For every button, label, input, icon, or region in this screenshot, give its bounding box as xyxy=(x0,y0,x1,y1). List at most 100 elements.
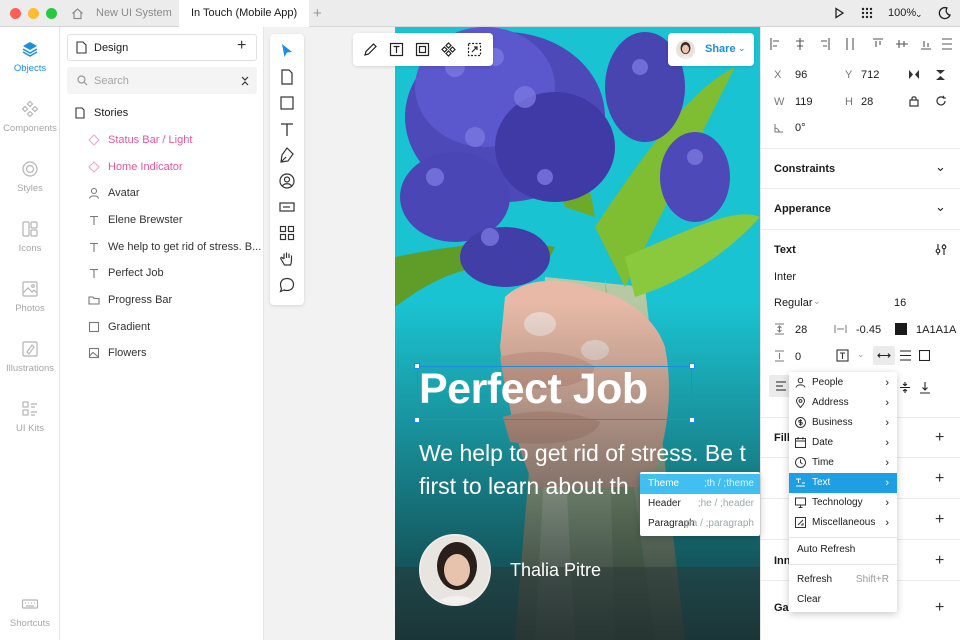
layer-group-stories[interactable]: Stories xyxy=(74,104,128,122)
menu-item-date[interactable]: Date › xyxy=(789,433,897,453)
comment-tool-icon[interactable] xyxy=(278,276,296,294)
text-align-icon[interactable] xyxy=(899,350,912,361)
zoom-window-button[interactable] xyxy=(46,8,57,19)
add-page-button[interactable]: + xyxy=(237,37,246,55)
resize-chevron-icon[interactable]: ⌄ xyxy=(857,349,865,360)
collapse-icon[interactable] xyxy=(240,75,250,87)
layer-elene-brewster[interactable]: Elene Brewster xyxy=(88,211,183,229)
menu-item-clear[interactable]: Clear xyxy=(789,590,897,610)
y-field[interactable]: 712 xyxy=(861,69,879,81)
menu-item-address[interactable]: Address › xyxy=(789,393,897,413)
menu-item-technology[interactable]: Technology › xyxy=(789,493,897,513)
dark-mode-icon[interactable] xyxy=(938,6,952,20)
menu-item-time[interactable]: Time › xyxy=(789,453,897,473)
tab-new-ui-system[interactable]: New UI System xyxy=(96,0,172,27)
layer-flowers[interactable]: Flowers xyxy=(88,344,147,362)
x-field[interactable]: 96 xyxy=(795,69,807,81)
text-tool-icon[interactable] xyxy=(278,120,296,138)
user-avatar[interactable] xyxy=(676,40,695,59)
rail-item-shortcuts[interactable]: Shortcuts xyxy=(0,595,60,629)
rail-item-illustrations[interactable]: Illustrations xyxy=(0,340,60,374)
add-shadow-button[interactable]: + xyxy=(935,512,944,528)
rail-item-styles[interactable]: Styles xyxy=(0,160,60,194)
resize-handle[interactable] xyxy=(689,363,695,369)
submenu-item-header[interactable]: Header ;he / ;header xyxy=(640,494,760,514)
rail-item-icons[interactable]: Icons xyxy=(0,220,60,254)
component-icon[interactable] xyxy=(441,42,456,57)
letter-spacing-field[interactable]: -0.45 xyxy=(856,324,881,336)
close-window-button[interactable] xyxy=(10,8,21,19)
text-color-hex[interactable]: 1A1A1A xyxy=(916,324,956,336)
headline-text[interactable]: Perfect Job xyxy=(419,365,648,414)
input-tool-icon[interactable] xyxy=(278,198,296,216)
rotation-field[interactable]: 0° xyxy=(795,122,806,134)
hand-tool-icon[interactable] xyxy=(278,250,296,268)
menu-item-text[interactable]: Text › xyxy=(789,473,897,493)
vertical-align-bottom-icon[interactable] xyxy=(919,381,931,394)
fill-section[interactable]: Fill xyxy=(774,432,790,444)
w-field[interactable]: 119 xyxy=(795,96,813,108)
minimize-window-button[interactable] xyxy=(28,8,39,19)
appearance-section[interactable]: Apperance xyxy=(774,203,831,215)
grid-menu-icon[interactable] xyxy=(861,7,873,19)
layer-perfect-job[interactable]: Perfect Job xyxy=(88,264,164,282)
fixed-size-icon[interactable] xyxy=(919,350,930,361)
layer-gradient[interactable]: Gradient xyxy=(88,318,150,336)
author-avatar[interactable] xyxy=(419,534,491,606)
select-arrow-icon[interactable] xyxy=(278,42,296,60)
constraints-section[interactable]: Constraints xyxy=(774,163,835,175)
grid-tool-icon[interactable] xyxy=(278,224,296,242)
text-box-icon[interactable] xyxy=(389,42,404,57)
add-blur-button[interactable]: + xyxy=(935,600,944,616)
reset-icon[interactable] xyxy=(935,95,947,107)
avatar-tool-icon[interactable] xyxy=(278,172,296,190)
chevron-down-icon[interactable]: ⌄ xyxy=(935,159,946,175)
rail-item-objects[interactable]: Objects xyxy=(0,40,60,74)
layer-avatar[interactable]: Avatar xyxy=(88,184,140,202)
submenu-item-theme[interactable]: Theme ;th / ;theme xyxy=(640,474,760,494)
author-name[interactable]: Thalia Pitre xyxy=(510,560,601,581)
layer-we-help[interactable]: We help to get rid of stress. B... xyxy=(88,238,261,256)
zoom-level[interactable]: 100% xyxy=(888,7,916,19)
image-frame-icon[interactable] xyxy=(415,42,430,57)
page-selector[interactable]: Design + xyxy=(67,34,257,61)
frame-tool-icon[interactable] xyxy=(278,68,296,86)
resize-handle[interactable] xyxy=(689,417,695,423)
search-box[interactable]: Search xyxy=(67,67,257,94)
rectangle-tool-icon[interactable] xyxy=(278,94,296,112)
vertical-align-middle-icon[interactable] xyxy=(899,381,911,394)
add-stroke-button[interactable]: + xyxy=(935,471,944,487)
flip-vertical-icon[interactable] xyxy=(935,69,946,81)
chevron-down-icon[interactable]: ⌄ xyxy=(935,199,946,215)
rail-item-ui-kits[interactable]: UI Kits xyxy=(0,400,60,434)
line-height-field[interactable]: 28 xyxy=(795,324,807,336)
text-color-swatch[interactable] xyxy=(895,323,907,335)
text-settings-icon[interactable] xyxy=(935,243,947,256)
rail-item-components[interactable]: Components xyxy=(0,100,60,134)
weight-chevron-icon[interactable]: ⌄ xyxy=(813,296,821,307)
new-tab-button[interactable]: + xyxy=(313,5,322,22)
auto-width-button[interactable] xyxy=(873,346,895,365)
font-family-field[interactable]: Inter xyxy=(774,271,796,283)
play-icon[interactable] xyxy=(833,7,845,19)
menu-item-business[interactable]: Business › xyxy=(789,413,897,433)
h-field[interactable]: 28 xyxy=(861,96,873,108)
text-resize-icon[interactable] xyxy=(836,349,849,362)
add-fill-button[interactable]: + xyxy=(935,430,944,446)
paragraph-spacing-field[interactable]: 0 xyxy=(795,351,801,363)
submenu-item-paragraph[interactable]: Paragraph ;pa / ;paragraph xyxy=(640,514,760,534)
pen-tool-icon[interactable] xyxy=(278,146,296,164)
resize-handle[interactable] xyxy=(414,417,420,423)
menu-item-auto-refresh[interactable]: Auto Refresh xyxy=(789,540,897,560)
layer-status-bar[interactable]: Status Bar / Light xyxy=(88,131,192,149)
share-button[interactable]: Share xyxy=(705,43,736,55)
home-icon[interactable] xyxy=(71,7,84,20)
layer-home-indicator[interactable]: Home Indicator xyxy=(88,158,183,176)
artboard-phone[interactable]: Perfect Job We help to get rid of stress… xyxy=(395,27,760,640)
rail-item-photos[interactable]: Photos xyxy=(0,280,60,314)
flip-horizontal-icon[interactable] xyxy=(908,69,920,80)
body-text-line-2[interactable]: first to learn about th xyxy=(419,473,629,500)
crop-icon[interactable] xyxy=(467,42,482,57)
share-chevron-icon[interactable]: ⌄ xyxy=(738,43,746,54)
tab-in-touch[interactable]: In Touch (Mobile App) xyxy=(179,0,310,27)
